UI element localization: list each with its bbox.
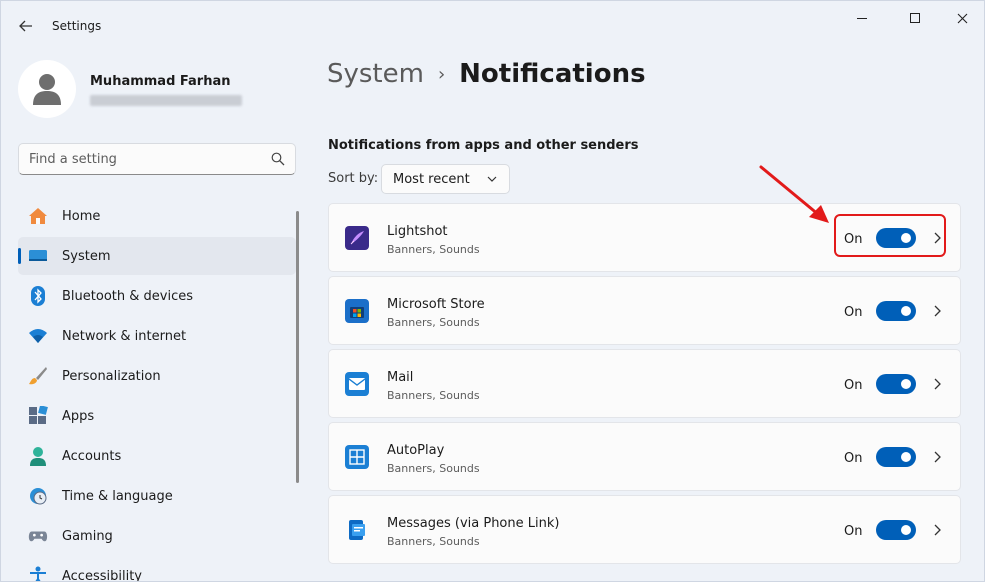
annotation-arrow-icon xyxy=(759,165,829,223)
accessibility-icon xyxy=(28,566,48,581)
home-icon xyxy=(28,206,48,226)
search-box xyxy=(18,143,296,175)
back-arrow-icon xyxy=(19,20,32,32)
chevron-right-icon[interactable] xyxy=(932,378,942,390)
profile-email-redacted xyxy=(90,95,242,106)
clock-globe-icon xyxy=(28,486,48,506)
settings-window: Settings Muhammad Farhan Home S xyxy=(0,0,985,582)
profile-name: Muhammad Farhan xyxy=(90,74,231,89)
notifications-toggle[interactable] xyxy=(876,520,916,540)
minimize-button[interactable] xyxy=(839,1,885,35)
sidebar-item-label: Apps xyxy=(62,408,95,424)
app-notification-types: Banners, Sounds xyxy=(387,243,480,256)
sidebar-item-accounts[interactable]: Accounts xyxy=(18,437,296,475)
phone-link-icon xyxy=(345,518,369,542)
toggle-knob xyxy=(901,379,911,389)
brush-icon xyxy=(28,366,48,386)
chevron-right-icon[interactable] xyxy=(932,305,942,317)
minimize-icon xyxy=(857,17,867,19)
notification-app-list: Lightshot Banners, Sounds On Microsoft S… xyxy=(328,203,961,568)
app-name: AutoPlay xyxy=(387,443,445,458)
notifications-toggle[interactable] xyxy=(876,374,916,394)
accounts-icon xyxy=(28,446,48,466)
list-item[interactable]: Messages (via Phone Link) Banners, Sound… xyxy=(328,495,961,564)
close-button[interactable] xyxy=(939,1,984,35)
apps-icon xyxy=(28,406,48,426)
chevron-right-icon[interactable] xyxy=(932,524,942,536)
avatar[interactable] xyxy=(18,60,76,118)
sidebar-nav: Home System Bluetooth & devices Network … xyxy=(18,197,296,582)
microsoft-store-icon xyxy=(345,299,369,323)
app-notification-types: Banners, Sounds xyxy=(387,316,480,329)
sidebar-item-apps[interactable]: Apps xyxy=(18,397,296,435)
list-item[interactable]: Microsoft Store Banners, Sounds On xyxy=(328,276,961,345)
notifications-toggle[interactable] xyxy=(876,447,916,467)
search-icon[interactable] xyxy=(271,152,285,166)
back-button[interactable] xyxy=(11,11,41,41)
sidebar-item-label: Home xyxy=(62,208,101,224)
chevron-right-icon[interactable] xyxy=(932,451,942,463)
app-notification-types: Banners, Sounds xyxy=(387,389,480,402)
app-name: Mail xyxy=(387,370,414,385)
sort-label: Sort by: xyxy=(328,171,379,186)
chevron-down-icon xyxy=(487,176,497,182)
sidebar-item-bluetooth[interactable]: Bluetooth & devices xyxy=(18,277,296,315)
list-item[interactable]: AutoPlay Banners, Sounds On xyxy=(328,422,961,491)
app-name: Lightshot xyxy=(387,224,448,239)
bluetooth-icon xyxy=(28,286,48,306)
breadcrumb-separator: › xyxy=(437,63,446,85)
app-name: Microsoft Store xyxy=(387,297,485,312)
close-icon xyxy=(957,13,967,23)
sidebar-item-label: Accounts xyxy=(62,448,122,464)
toggle-state-label: On xyxy=(844,524,863,539)
lightshot-icon xyxy=(345,226,369,250)
title-bar: Settings xyxy=(1,1,984,49)
list-item[interactable]: Mail Banners, Sounds On xyxy=(328,349,961,418)
toggle-state-label: On xyxy=(844,378,863,393)
toggle-state-label: On xyxy=(844,305,863,320)
app-name: Messages (via Phone Link) xyxy=(387,516,560,531)
sidebar-item-label: Accessibility xyxy=(62,568,142,582)
sidebar-item-personalization[interactable]: Personalization xyxy=(18,357,296,395)
sidebar-item-label: Bluetooth & devices xyxy=(62,288,193,304)
page-title: Notifications xyxy=(459,59,646,89)
sidebar-item-gaming[interactable]: Gaming xyxy=(18,517,296,555)
maximize-button[interactable] xyxy=(892,1,938,35)
sidebar-item-home[interactable]: Home xyxy=(18,197,296,235)
search-input[interactable] xyxy=(19,144,249,174)
toggle-knob xyxy=(901,525,911,535)
breadcrumb-parent[interactable]: System xyxy=(327,59,424,89)
sidebar-item-label: System xyxy=(62,248,111,264)
sort-dropdown[interactable]: Most recent xyxy=(381,164,510,194)
sidebar-item-accessibility[interactable]: Accessibility xyxy=(18,557,296,582)
app-notification-types: Banners, Sounds xyxy=(387,535,480,548)
sidebar-scrollbar[interactable] xyxy=(296,211,299,483)
breadcrumb: System › Notifications xyxy=(327,59,646,89)
sidebar-item-time-language[interactable]: Time & language xyxy=(18,477,296,515)
sidebar-item-label: Time & language xyxy=(62,488,173,504)
toggle-knob xyxy=(901,452,911,462)
wifi-icon xyxy=(28,326,48,346)
sidebar-item-system[interactable]: System xyxy=(18,237,296,275)
app-notification-types: Banners, Sounds xyxy=(387,462,480,475)
mail-icon xyxy=(345,372,369,396)
maximize-icon xyxy=(910,13,920,23)
sidebar-item-label: Gaming xyxy=(62,528,113,544)
section-title: Notifications from apps and other sender… xyxy=(328,138,639,153)
toggle-state-label: On xyxy=(844,451,863,466)
sidebar-item-network[interactable]: Network & internet xyxy=(18,317,296,355)
autoplay-icon xyxy=(345,445,369,469)
sidebar-item-label: Personalization xyxy=(62,368,161,384)
sort-selected-value: Most recent xyxy=(393,171,470,187)
toggle-knob xyxy=(901,306,911,316)
gamepad-icon xyxy=(28,526,48,546)
system-icon xyxy=(28,246,48,266)
sidebar-item-label: Network & internet xyxy=(62,328,187,344)
person-icon xyxy=(33,74,61,105)
window-title: Settings xyxy=(52,19,102,33)
notifications-toggle[interactable] xyxy=(876,301,916,321)
